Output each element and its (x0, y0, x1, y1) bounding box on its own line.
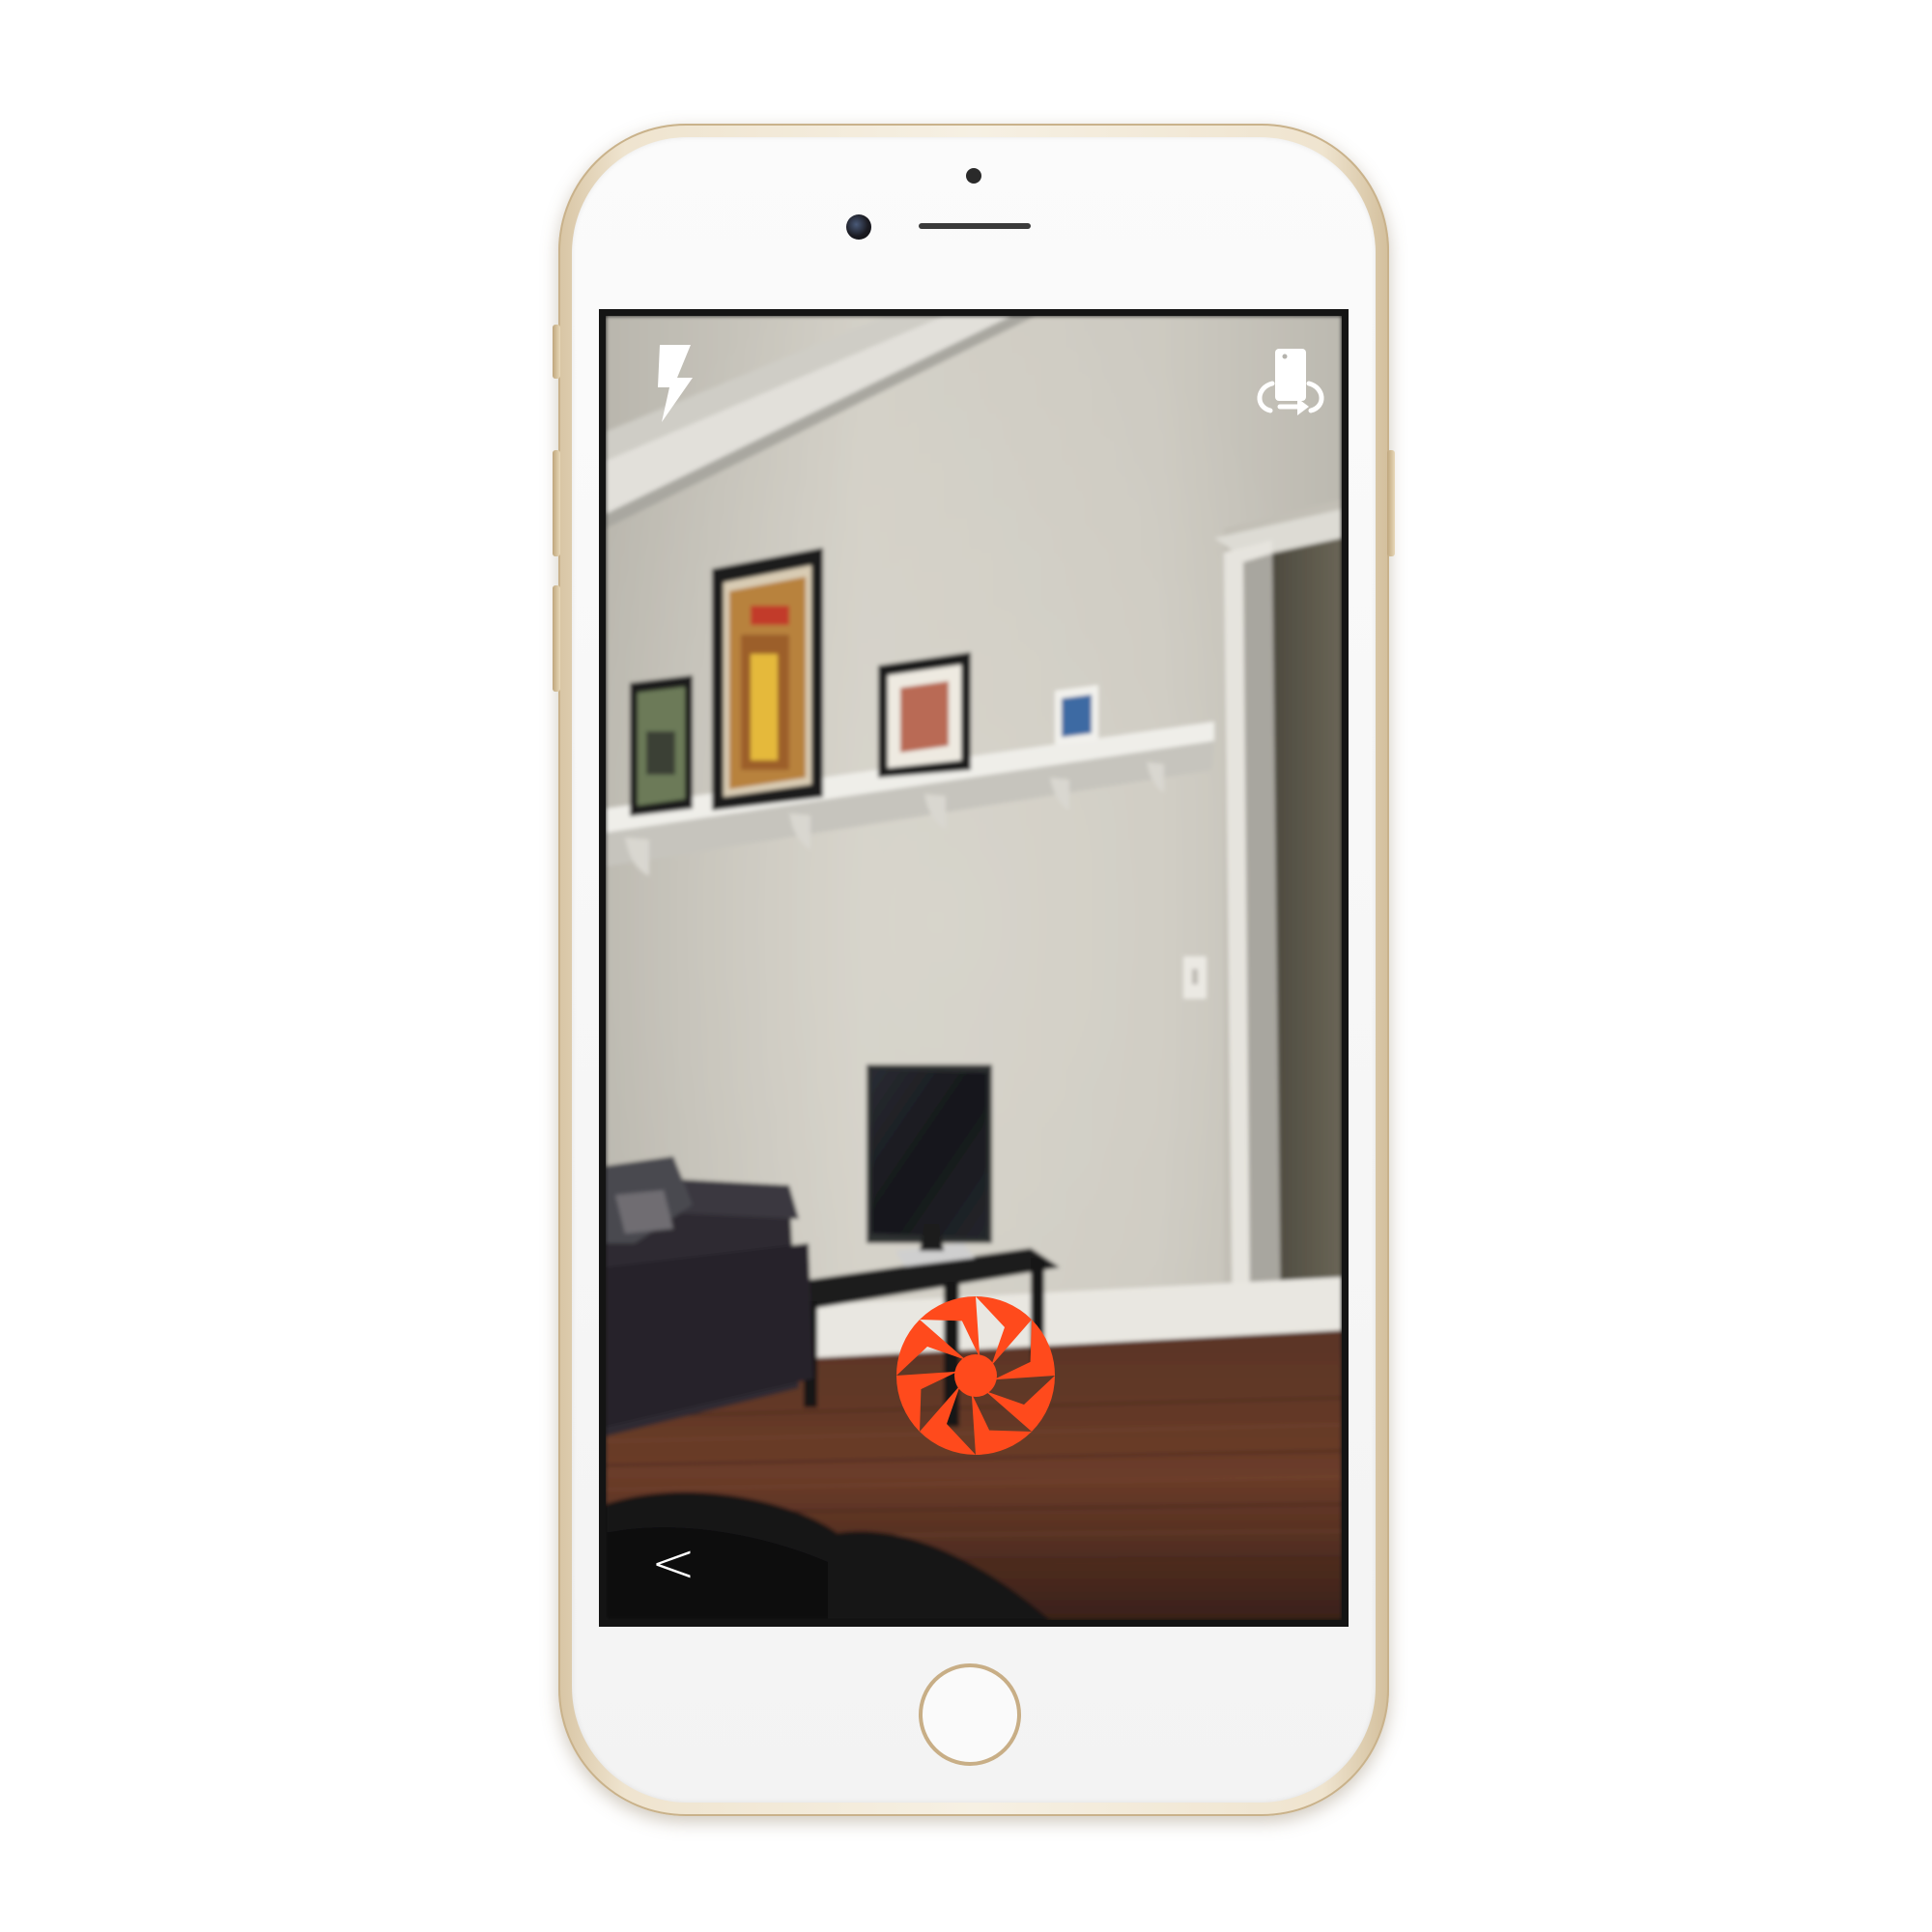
mute-switch (553, 325, 560, 379)
back-button[interactable]: < (644, 1535, 702, 1593)
aperture-icon (895, 1295, 1056, 1456)
home-button[interactable] (919, 1663, 1021, 1766)
flash-button[interactable] (652, 345, 698, 422)
camera-viewfinder: < (606, 316, 1342, 1620)
proximity-sensor (966, 168, 981, 184)
volume-up-button (553, 450, 560, 556)
switch-camera-button[interactable] (1251, 345, 1330, 424)
power-button (1387, 450, 1395, 556)
mockup-stage: < (0, 0, 1932, 1932)
flash-icon (658, 345, 693, 422)
shutter-button[interactable] (894, 1293, 1058, 1458)
switch-camera-icon (1257, 349, 1324, 415)
volume-down-button (553, 585, 560, 692)
phone-screen: < (599, 309, 1349, 1627)
front-camera-lens (846, 214, 871, 240)
earpiece-speaker (919, 223, 1031, 229)
aperture-blade (976, 1296, 1032, 1366)
